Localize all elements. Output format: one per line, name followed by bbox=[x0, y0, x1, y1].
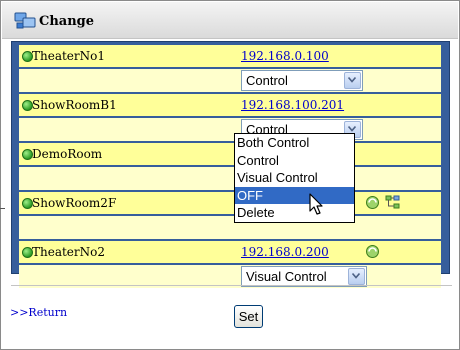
page-title: Change bbox=[39, 14, 95, 29]
mode-dropdown-list: Both Control Control Visual Control OFF … bbox=[234, 133, 355, 223]
device-ip-link[interactable]: 192.168.0.100 bbox=[241, 49, 329, 63]
mouse-pointer-icon bbox=[309, 193, 323, 215]
device-mode-row bbox=[19, 216, 441, 239]
set-button[interactable]: Set bbox=[234, 305, 263, 328]
option-visual-control[interactable]: Visual Control bbox=[235, 169, 354, 187]
option-delete[interactable]: Delete bbox=[235, 204, 354, 222]
mode-select-value: Control bbox=[246, 73, 288, 88]
option-both-control[interactable]: Both Control bbox=[235, 134, 354, 152]
return-link[interactable]: >>Return bbox=[10, 306, 67, 319]
device-mode-row: Control bbox=[19, 118, 441, 141]
edge-marker bbox=[0, 208, 5, 209]
option-control[interactable]: Control bbox=[235, 152, 354, 170]
footer-divider bbox=[11, 285, 452, 286]
device-row-theaterno2: TheaterNo2 192.168.0.200 bbox=[19, 241, 441, 263]
device-ip-link[interactable]: 192.168.0.200 bbox=[241, 245, 329, 259]
mode-select[interactable]: Visual Control bbox=[241, 266, 367, 287]
mode-select-value: Visual Control bbox=[246, 269, 327, 284]
device-row-showroomb1: ShowRoomB1 192.168.100.201 bbox=[19, 94, 441, 116]
device-name: DemoRoom bbox=[32, 147, 103, 161]
device-row-demoroom: DemoRoom bbox=[19, 143, 441, 165]
network-icon[interactable] bbox=[385, 195, 400, 210]
mode-select[interactable]: Control bbox=[241, 70, 363, 91]
option-off[interactable]: OFF bbox=[235, 186, 354, 205]
device-row-theaterno1: TheaterNo1 192.168.0.100 bbox=[19, 45, 441, 67]
refresh-icon[interactable] bbox=[365, 195, 380, 210]
chevron-down-icon[interactable] bbox=[348, 268, 365, 285]
header-bar: Change bbox=[2, 2, 458, 39]
chevron-down-icon[interactable] bbox=[344, 72, 361, 89]
device-ip-link[interactable]: 192.168.100.201 bbox=[241, 98, 344, 112]
device-panel: TheaterNo1 192.168.0.100 Control ShowRoo… bbox=[11, 41, 450, 288]
device-mode-row: Control bbox=[19, 69, 441, 92]
device-name: ShowRoom2F bbox=[32, 196, 117, 210]
device-name: ShowRoomB1 bbox=[32, 98, 117, 112]
device-name: TheaterNo1 bbox=[32, 49, 106, 63]
device-name: TheaterNo2 bbox=[32, 245, 106, 259]
device-row-showroom2f: ShowRoom2F bbox=[19, 192, 441, 214]
refresh-icon[interactable] bbox=[365, 244, 380, 259]
devices-icon bbox=[14, 12, 36, 29]
device-mode-row bbox=[19, 167, 441, 190]
device-list: TheaterNo1 192.168.0.100 Control ShowRoo… bbox=[19, 45, 441, 290]
